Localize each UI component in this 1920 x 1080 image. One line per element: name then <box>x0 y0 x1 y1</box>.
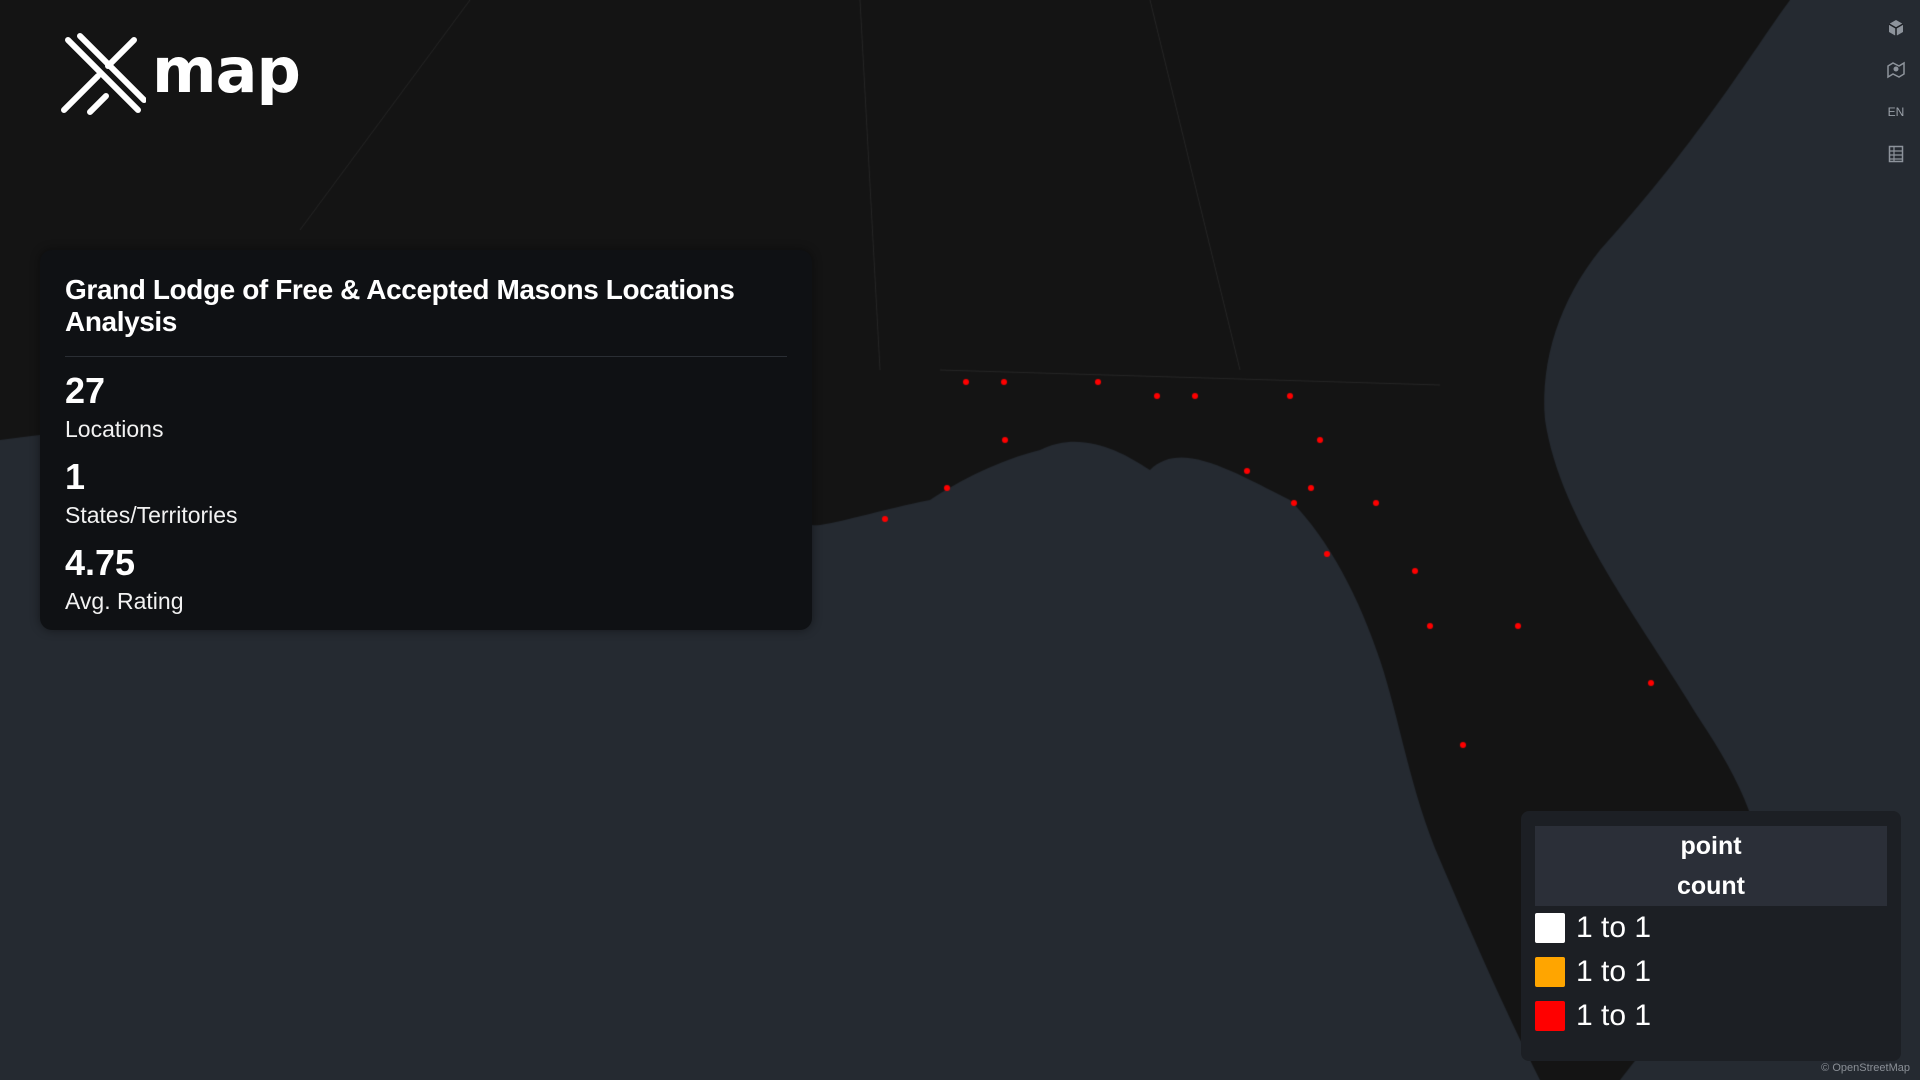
map-legend: point count 1 to 1 1 to 1 1 to 1 <box>1521 811 1901 1061</box>
legend-label: 1 to 1 <box>1576 911 1652 944</box>
rating-label: Avg. Rating <box>65 588 184 614</box>
locations-label: Locations <box>65 416 164 442</box>
legend-swatch-red <box>1535 1001 1565 1031</box>
map-attribution: © OpenStreetMap <box>1821 1062 1910 1074</box>
stats-panel: Grand Lodge of Free & Accepted Masons Lo… <box>40 250 812 630</box>
legend-item: 1 to 1 <box>1535 906 1887 950</box>
legend-title-line1: point <box>1680 832 1742 860</box>
table-icon[interactable] <box>1879 138 1913 170</box>
legend-item: 1 to 1 <box>1535 950 1887 994</box>
legend-swatch-white <box>1535 913 1565 943</box>
legend-header: point count <box>1535 826 1887 906</box>
legend-item: 1 to 1 <box>1535 994 1887 1038</box>
logo-text: map <box>152 33 301 107</box>
language-button[interactable]: EN <box>1879 96 1913 128</box>
map-controls: EN <box>1877 12 1915 170</box>
legend-label: 1 to 1 <box>1576 999 1652 1032</box>
x-logo-icon <box>61 33 146 115</box>
legend-label: 1 to 1 <box>1576 955 1652 988</box>
map-style-icon[interactable] <box>1879 54 1913 86</box>
app-logo: map <box>60 32 301 118</box>
stats-title: Grand Lodge of Free & Accepted Masons Lo… <box>65 274 787 357</box>
legend-swatch-orange <box>1535 957 1565 987</box>
states-value: 1 <box>65 456 86 497</box>
locations-value: 27 <box>65 370 106 411</box>
cube-icon[interactable] <box>1879 12 1913 44</box>
legend-title-line2: count <box>1676 872 1746 900</box>
states-label: States/Territories <box>65 502 238 528</box>
rating-value: 4.75 <box>65 542 136 583</box>
